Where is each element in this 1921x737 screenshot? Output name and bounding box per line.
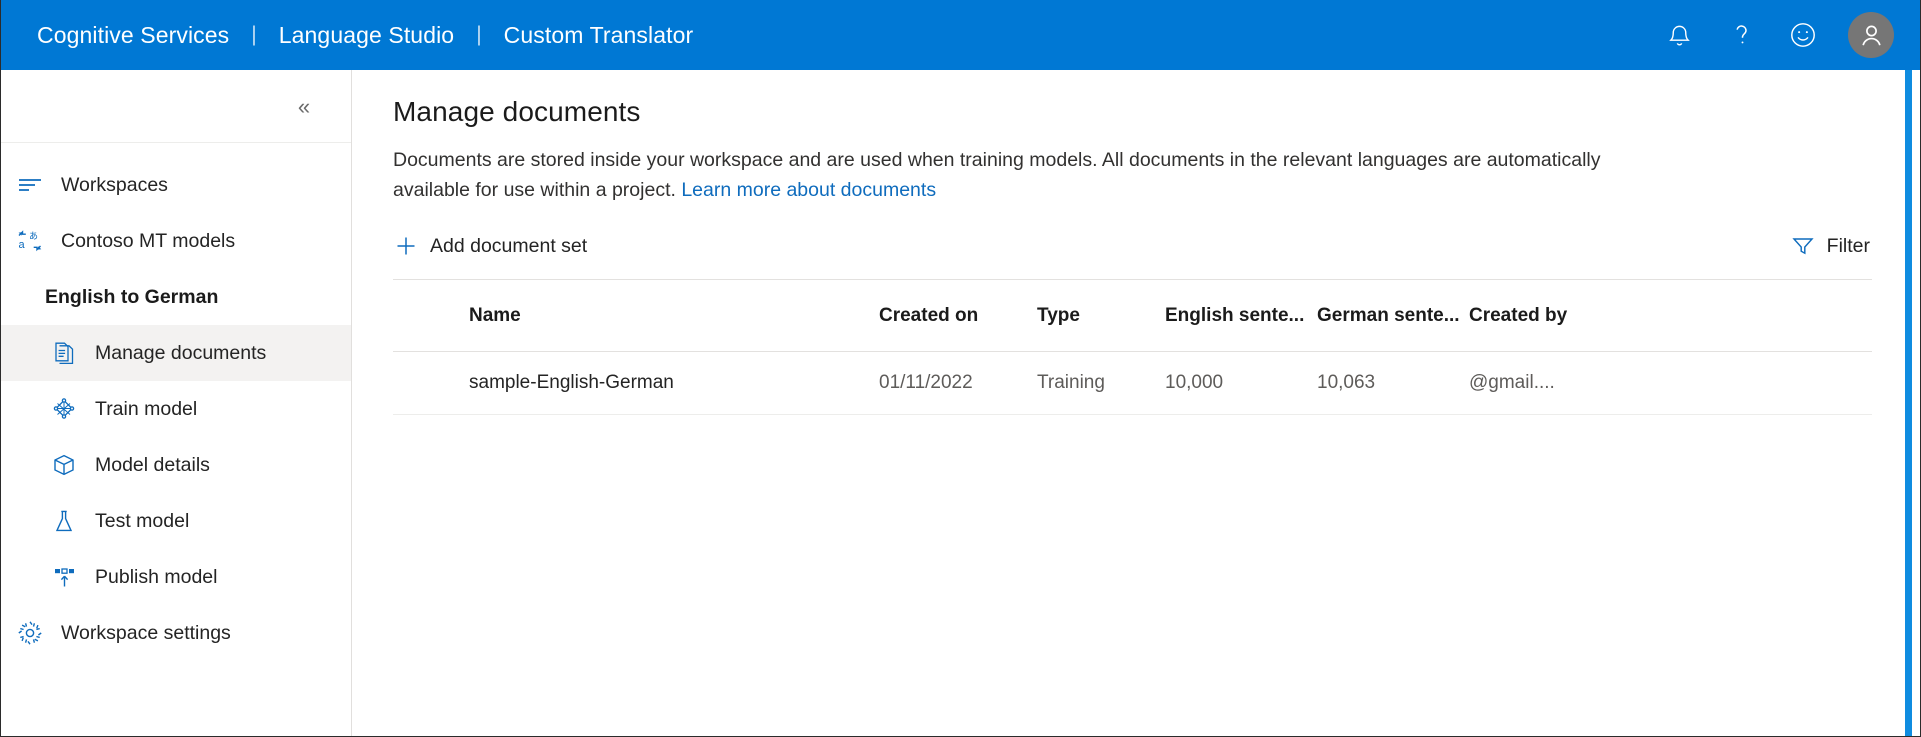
help-icon[interactable] — [1710, 0, 1772, 70]
sidebar-item-workspaces[interactable]: Workspaces — [1, 157, 351, 213]
filter-icon — [1792, 236, 1814, 256]
sidebar-item-label: Publish model — [95, 565, 218, 588]
collapse-sidebar-icon[interactable]: « — [289, 92, 319, 122]
brand-separator: | — [476, 23, 482, 46]
cell-english-sentences: 10,000 — [1165, 351, 1317, 415]
top-navigation-bar: Cognitive Services | Language Studio | C… — [1, 0, 1920, 70]
add-document-set-label: Add document set — [430, 234, 588, 257]
sidebar-item-label: Workspaces — [61, 173, 168, 196]
sidebar-item-publish-model[interactable]: Publish model — [1, 549, 351, 605]
sidebar-item-label: Test model — [95, 509, 190, 532]
user-avatar[interactable] — [1848, 12, 1894, 58]
documents-table: Name Created on Type English sente... Ge… — [393, 280, 1872, 415]
documents-table-body: sample-English-German 01/11/2022 Trainin… — [393, 351, 1872, 415]
sidebar-item-manage-documents[interactable]: Manage documents — [1, 325, 351, 381]
sidebar-group-title-english-to-german: English to German — [45, 285, 219, 308]
box-icon — [47, 452, 81, 478]
table-header-spacer — [393, 280, 469, 352]
brand-link-custom-translator[interactable]: Custom Translator — [504, 22, 694, 49]
custom-translator-app: Cognitive Services | Language Studio | C… — [0, 0, 1921, 737]
brand-breadcrumb: Cognitive Services | Language Studio | C… — [1, 0, 693, 70]
svg-text:あ: あ — [29, 231, 38, 241]
sidebar-item-label: Model details — [95, 453, 210, 476]
cell-created-by: @gmail.... — [1469, 351, 1872, 415]
cell-name: sample-English-German — [469, 351, 879, 415]
flask-icon — [47, 508, 81, 534]
gear-icon — [13, 620, 47, 646]
page-title: Manage documents — [393, 96, 641, 127]
workspaces-icon — [13, 172, 47, 198]
publish-icon — [47, 564, 81, 590]
brand-link-cognitive-services[interactable]: Cognitive Services — [37, 22, 229, 49]
table-row[interactable]: sample-English-German 01/11/2022 Trainin… — [393, 351, 1872, 415]
left-sidebar: « Workspaces a あ Contoso MT models Engli… — [1, 70, 352, 736]
row-spacer — [393, 351, 469, 415]
column-header-created-by[interactable]: Created by — [1469, 280, 1872, 352]
column-header-name[interactable]: Name — [469, 280, 879, 352]
add-document-set-button[interactable]: Add document set — [393, 231, 589, 262]
sidebar-collapse-row: « — [1, 70, 351, 143]
page-description: Documents are stored inside your workspa… — [393, 145, 1608, 205]
table-header-row: Name Created on Type English sente... Ge… — [393, 280, 1872, 352]
cell-type: Training — [1037, 351, 1165, 415]
sidebar-item-train-model[interactable]: Train model — [1, 381, 351, 437]
sidebar-item-label: Workspace settings — [61, 621, 231, 644]
learn-more-link[interactable]: Learn more about documents — [681, 179, 936, 201]
train-model-icon — [47, 396, 81, 422]
sidebar-item-workspace-settings[interactable]: Workspace settings — [1, 605, 351, 661]
top-bar-actions — [1648, 0, 1900, 70]
sidebar-item-label: Contoso MT models — [61, 229, 236, 252]
filter-button[interactable]: Filter — [1790, 231, 1872, 262]
filter-label: Filter — [1826, 234, 1870, 257]
translator-models-icon: a あ — [13, 228, 47, 254]
column-header-type[interactable]: Type — [1037, 280, 1165, 352]
main-content: Manage documents Documents are stored in… — [353, 70, 1910, 736]
svg-text:a: a — [19, 239, 26, 251]
plus-icon — [395, 235, 417, 257]
page-description-text: Documents are stored inside your workspa… — [393, 149, 1601, 201]
column-header-german-sentences[interactable]: German sente... — [1317, 280, 1469, 352]
document-icon — [47, 340, 81, 366]
sidebar-item-model-details[interactable]: Model details — [1, 437, 351, 493]
cell-created-on: 01/11/2022 — [879, 351, 1037, 415]
notifications-icon[interactable] — [1648, 0, 1710, 70]
sidebar-item-label: Manage documents — [95, 341, 267, 364]
vertical-scrollbar[interactable] — [1905, 70, 1912, 736]
sidebar-item-label: Train model — [95, 397, 198, 420]
feedback-smiley-icon[interactable] — [1772, 0, 1834, 70]
brand-separator: | — [251, 23, 257, 46]
documents-table-head: Name Created on Type English sente... Ge… — [393, 280, 1872, 352]
sidebar-item-test-model[interactable]: Test model — [1, 493, 351, 549]
cell-german-sentences: 10,063 — [1317, 351, 1469, 415]
documents-toolbar: Add document set Filter — [393, 221, 1872, 271]
sidebar-item-contoso-mt-models[interactable]: a あ Contoso MT models — [1, 213, 351, 269]
column-header-english-sentences[interactable]: English sente... — [1165, 280, 1317, 352]
column-header-created-on[interactable]: Created on — [879, 280, 1037, 352]
brand-link-language-studio[interactable]: Language Studio — [279, 22, 454, 49]
